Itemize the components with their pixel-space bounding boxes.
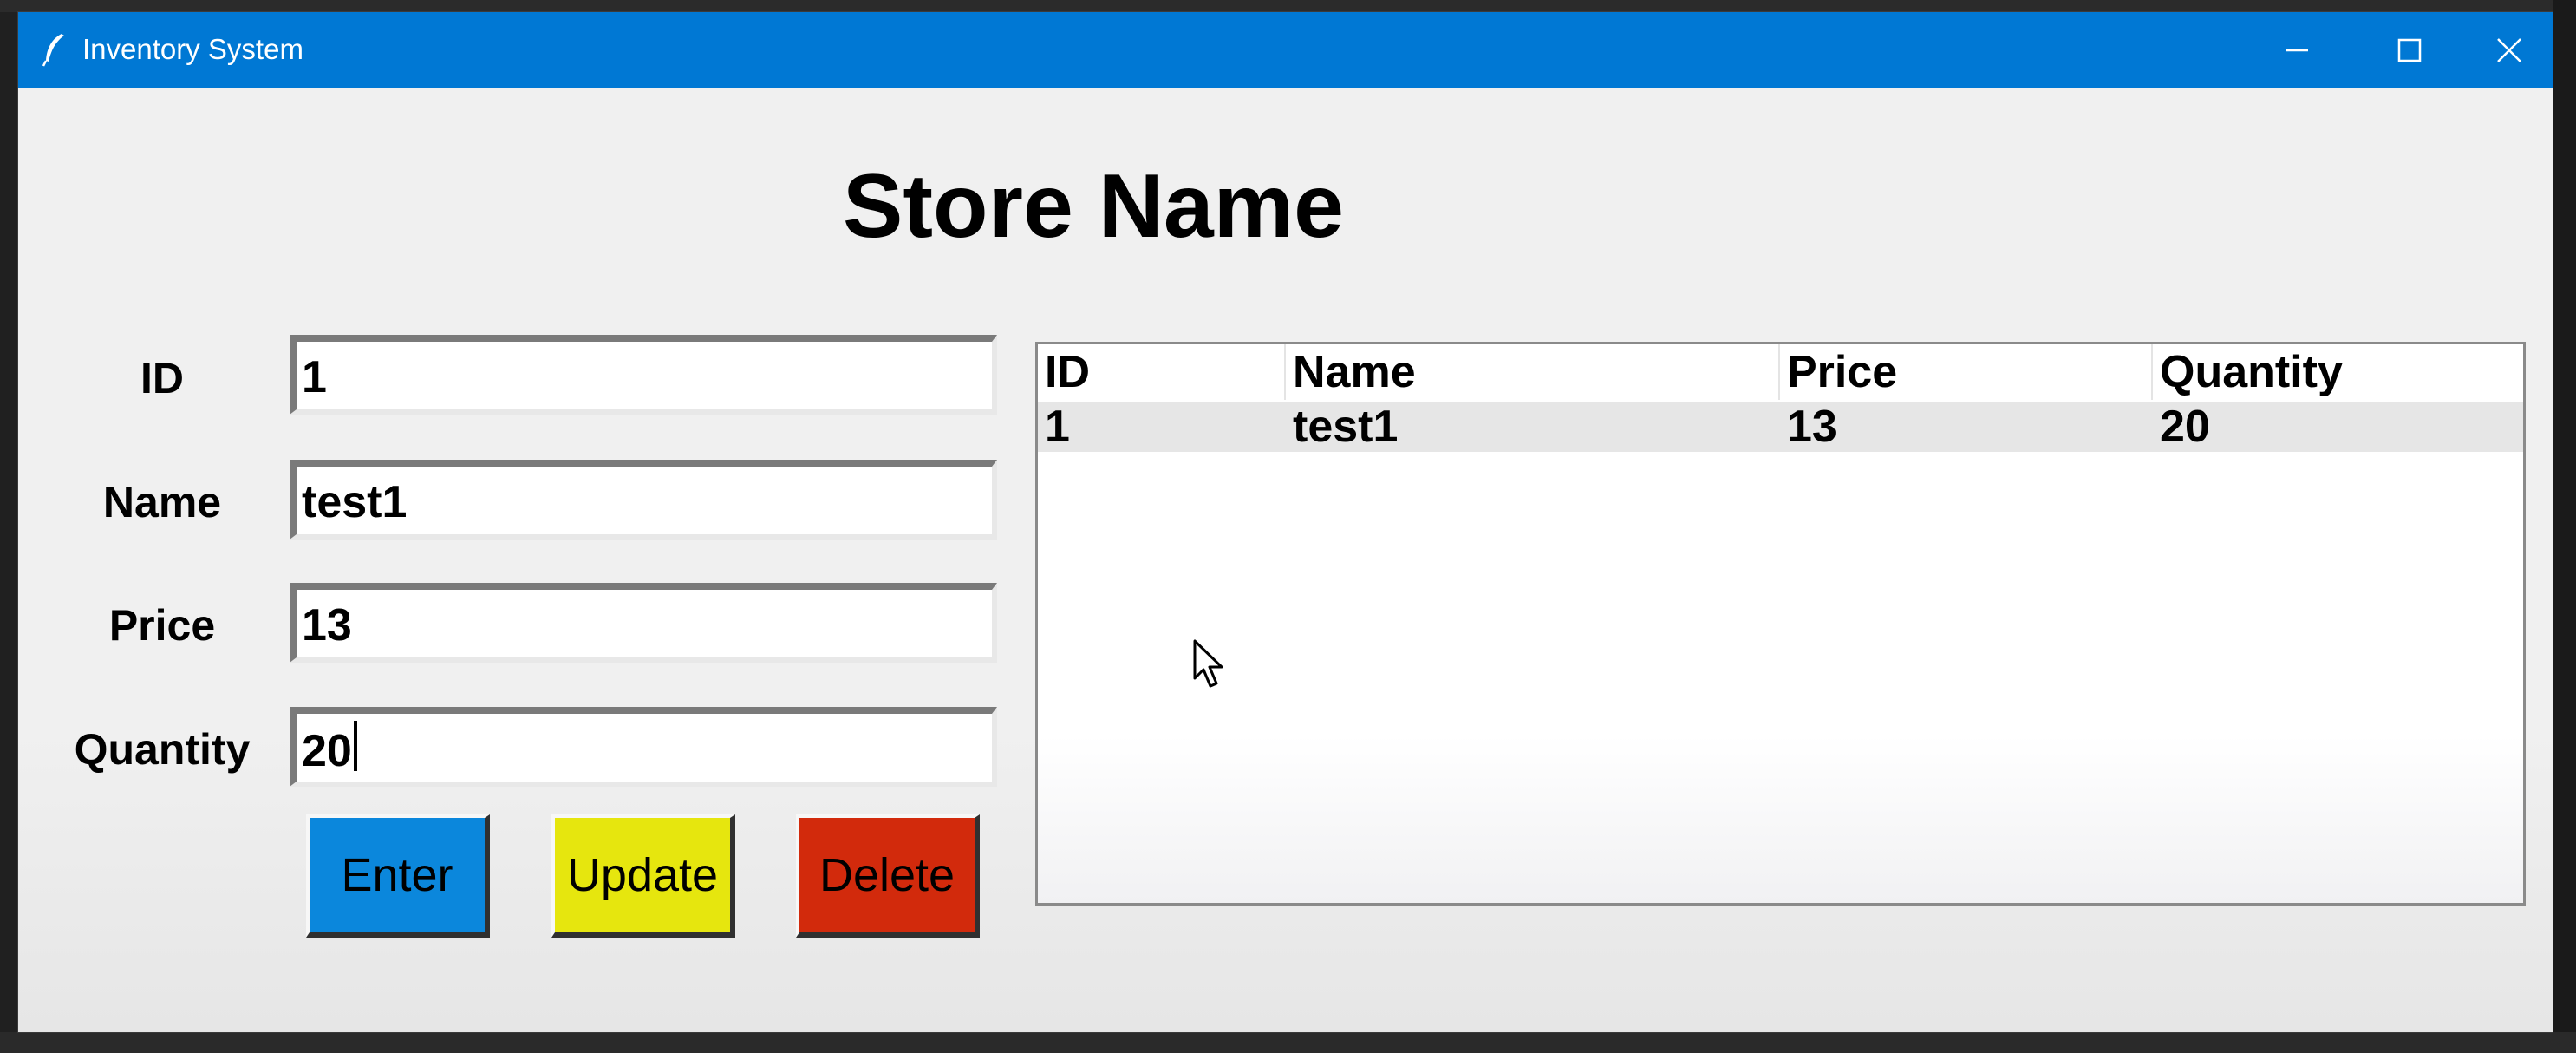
feather-icon (42, 34, 64, 67)
inventory-table[interactable]: ID Name Price Quantity 1 test1 13 20 (1035, 342, 2526, 906)
id-field-value: 1 (302, 352, 327, 402)
id-label: ID (140, 354, 184, 402)
name-label: Name (102, 478, 222, 526)
id-field[interactable]: 1 (290, 335, 997, 415)
page-title: Store Name (843, 156, 1344, 257)
name-field[interactable]: test1 (290, 460, 997, 540)
maximize-button[interactable] (2353, 12, 2466, 88)
table-row[interactable]: 1 test1 13 20 (1038, 402, 2523, 452)
screen: Inventory System Store Name ID Name Pric… (0, 0, 2576, 1053)
column-header-name[interactable]: Name (1286, 344, 1780, 400)
quantity-label: Quantity (74, 725, 251, 774)
enter-button[interactable]: Enter (306, 814, 490, 938)
background-taskbar-top (0, 0, 2576, 12)
close-button[interactable] (2466, 12, 2553, 88)
table-cell-quantity: 20 (2160, 402, 2210, 452)
table-cell-id: 1 (1045, 402, 1070, 452)
column-header-id[interactable]: ID (1038, 344, 1286, 400)
table-cell-name: test1 (1293, 402, 1399, 452)
background-editor-bottom (0, 1032, 2576, 1053)
minimize-button[interactable] (2240, 12, 2353, 88)
name-field-value: test1 (302, 477, 408, 527)
window-title: Inventory System (82, 33, 303, 65)
maximize-icon (2397, 38, 2422, 62)
table-cell-price: 13 (1787, 402, 1837, 452)
mouse-pointer-icon (1193, 639, 1223, 688)
title-bar[interactable]: Inventory System (18, 12, 2553, 88)
update-button[interactable]: Update (551, 814, 735, 938)
app-window: Inventory System Store Name ID Name Pric… (18, 12, 2553, 1032)
minimize-icon (2286, 49, 2308, 51)
column-header-quantity[interactable]: Quantity (2153, 344, 2523, 400)
close-icon (2497, 37, 2521, 62)
price-field-value: 13 (302, 600, 352, 651)
text-caret (353, 721, 357, 771)
table-header: ID Name Price Quantity (1038, 344, 2523, 400)
price-label: Price (108, 601, 216, 650)
quantity-field-value: 20 (302, 726, 352, 776)
price-field[interactable]: 13 (290, 583, 997, 663)
background-editor-edge (2553, 0, 2576, 1053)
delete-button[interactable]: Delete (796, 814, 980, 938)
column-header-price[interactable]: Price (1780, 344, 2153, 400)
quantity-field[interactable]: 20 (290, 707, 997, 787)
